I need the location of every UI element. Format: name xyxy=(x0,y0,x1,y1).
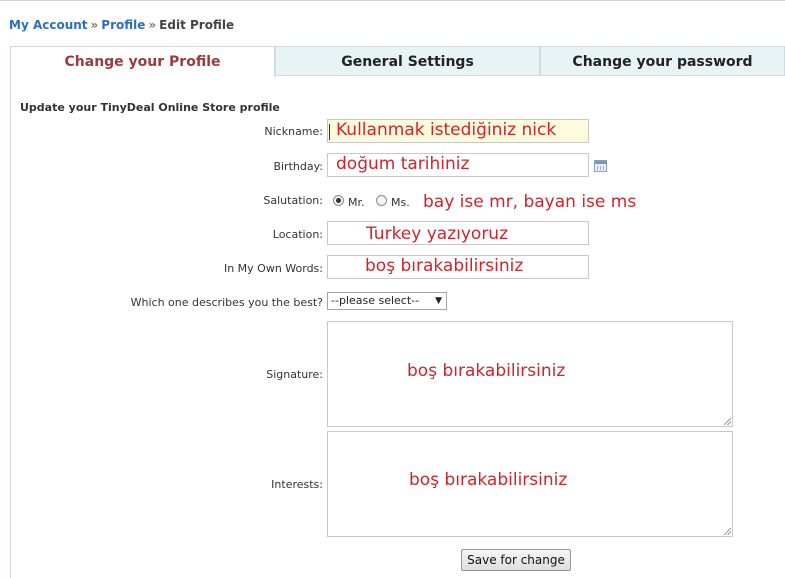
form-heading: Update your TinyDeal Online Store profil… xyxy=(20,101,280,114)
resize-grip-icon[interactable] xyxy=(724,528,731,535)
salutation-mr-radio[interactable] xyxy=(333,195,344,206)
describes-select[interactable]: --please select-- ▼ xyxy=(327,292,447,310)
salutation-label: Salutation: xyxy=(263,194,323,207)
birthday-annotation: doğum tarihiniz xyxy=(336,154,470,174)
dropdown-arrow-icon: ▼ xyxy=(435,296,442,306)
breadcrumb: My Account» Profile» Edit Profile xyxy=(9,18,234,32)
breadcrumb-separator: » xyxy=(90,18,99,32)
location-label: Location: xyxy=(272,228,323,241)
own-words-annotation: boş bırakabilirsiniz xyxy=(365,256,524,276)
profile-tabs: Change your Profile General Settings Cha… xyxy=(10,46,785,78)
breadcrumb-separator: » xyxy=(148,18,157,32)
resize-grip-icon[interactable] xyxy=(724,418,731,425)
interests-label: Interests: xyxy=(271,478,323,491)
calendar-icon[interactable] xyxy=(594,160,607,172)
top-border xyxy=(0,0,785,1)
describes-label: Which one describes you the best? xyxy=(130,296,323,309)
text-caret xyxy=(329,124,330,140)
tab-change-profile[interactable]: Change your Profile xyxy=(10,46,275,78)
breadcrumb-my-account[interactable]: My Account xyxy=(9,18,88,32)
own-words-label: In My Own Words: xyxy=(223,262,323,275)
birthday-label: Birthday: xyxy=(273,160,323,173)
tab-change-password[interactable]: Change your password xyxy=(540,46,785,76)
salutation-ms-label: Ms. xyxy=(391,196,410,209)
location-annotation: Turkey yazıyoruz xyxy=(366,224,509,244)
save-button[interactable]: Save for change xyxy=(461,549,571,571)
nickname-annotation: Kullanmak istediğiniz nick xyxy=(336,120,557,140)
interests-annotation: boş bırakabilirsiniz xyxy=(409,470,568,490)
signature-label: Signature: xyxy=(266,368,323,381)
nickname-label: Nickname: xyxy=(264,125,323,138)
breadcrumb-profile[interactable]: Profile xyxy=(101,18,145,32)
breadcrumb-current: Edit Profile xyxy=(159,18,235,32)
signature-annotation: boş bırakabilirsiniz xyxy=(407,361,566,381)
salutation-ms-radio[interactable] xyxy=(376,195,387,206)
describes-selected-value: --please select-- xyxy=(331,294,420,307)
salutation-annotation: bay ise mr, bayan ise ms xyxy=(423,192,637,212)
tab-general-settings[interactable]: General Settings xyxy=(275,46,540,76)
salutation-mr-label: Mr. xyxy=(348,196,365,209)
